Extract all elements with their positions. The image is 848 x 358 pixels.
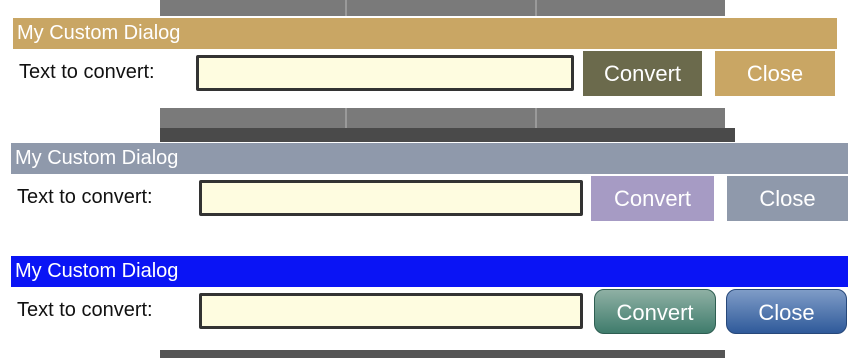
convert-button[interactable]: Convert — [594, 289, 716, 334]
convert-button[interactable]: Convert — [591, 176, 714, 221]
dialog-body: Text to convert: Convert Close — [11, 287, 848, 343]
custom-dialog-gold: My Custom Dialog Text to convert: Conver… — [11, 16, 839, 108]
dialog-body: Text to convert: Convert Close — [11, 174, 848, 230]
close-button[interactable]: Close — [726, 289, 847, 334]
close-button[interactable]: Close — [715, 51, 835, 96]
dialog-title: My Custom Dialog — [13, 18, 837, 49]
text-to-convert-label: Text to convert: — [17, 299, 153, 321]
dialog-title: My Custom Dialog — [11, 143, 848, 174]
text-to-convert-input[interactable] — [196, 55, 574, 91]
custom-dialog-blue: My Custom Dialog Text to convert: Conver… — [11, 256, 848, 350]
custom-dialog-slate: My Custom Dialog Text to convert: Conver… — [11, 143, 848, 233]
convert-button[interactable]: Convert — [583, 51, 702, 96]
dialog-title: My Custom Dialog — [11, 256, 848, 287]
close-button[interactable]: Close — [727, 176, 848, 221]
text-to-convert-label: Text to convert: — [17, 186, 153, 208]
text-to-convert-input[interactable] — [199, 293, 583, 329]
background-panel — [160, 128, 735, 142]
dialog-body: Text to convert: Convert Close — [13, 49, 837, 105]
background-panel — [160, 350, 725, 358]
text-to-convert-label: Text to convert: — [19, 61, 155, 83]
text-to-convert-input[interactable] — [199, 180, 583, 216]
